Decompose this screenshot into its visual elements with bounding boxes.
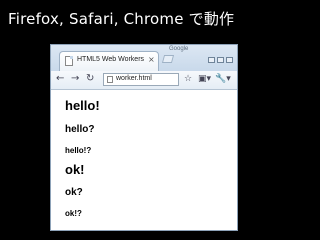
browser-titlebar: HTML5 Web Workers × Google: [51, 45, 237, 73]
browser-window: HTML5 Web Workers × Google ← → ↻ worker.…: [50, 44, 238, 231]
minimize-button[interactable]: [208, 57, 215, 63]
output-line: ok!?: [65, 209, 82, 218]
window-controls: [206, 48, 233, 67]
tab-label: HTML5 Web Workers: [77, 56, 145, 63]
page-content: hello! hello? hello!? ok! ok? ok!?: [51, 90, 237, 230]
forward-arrow-icon[interactable]: →: [71, 73, 79, 85]
reload-icon[interactable]: ↻: [86, 73, 94, 85]
page-icon: [65, 56, 73, 66]
slide-title: Firefox, Safari, Chrome で動作: [8, 10, 235, 28]
tab-close-icon[interactable]: ×: [148, 55, 155, 64]
page-icon: [107, 76, 113, 83]
wrench-menu-icon[interactable]: 🔧▾: [215, 73, 231, 85]
address-bar[interactable]: worker.html: [103, 73, 179, 86]
google-label: Google: [169, 46, 189, 52]
output-line: ok!: [65, 162, 85, 177]
back-arrow-icon[interactable]: ←: [56, 73, 64, 85]
new-tab-button[interactable]: [161, 55, 175, 63]
close-window-button[interactable]: [226, 57, 233, 63]
page-menu-icon[interactable]: ▣▾: [198, 73, 211, 85]
address-text: worker.html: [116, 75, 152, 82]
output-line: ok?: [65, 187, 83, 198]
output-line: hello!: [65, 98, 100, 113]
browser-tab[interactable]: HTML5 Web Workers ×: [59, 51, 159, 71]
output-line: hello?: [65, 124, 95, 135]
star-icon[interactable]: ☆: [184, 73, 192, 85]
browser-toolbar: ← → ↻ worker.html ☆ ▣▾ 🔧▾: [51, 71, 237, 90]
maximize-button[interactable]: [217, 57, 224, 63]
output-line: hello!?: [65, 146, 92, 155]
